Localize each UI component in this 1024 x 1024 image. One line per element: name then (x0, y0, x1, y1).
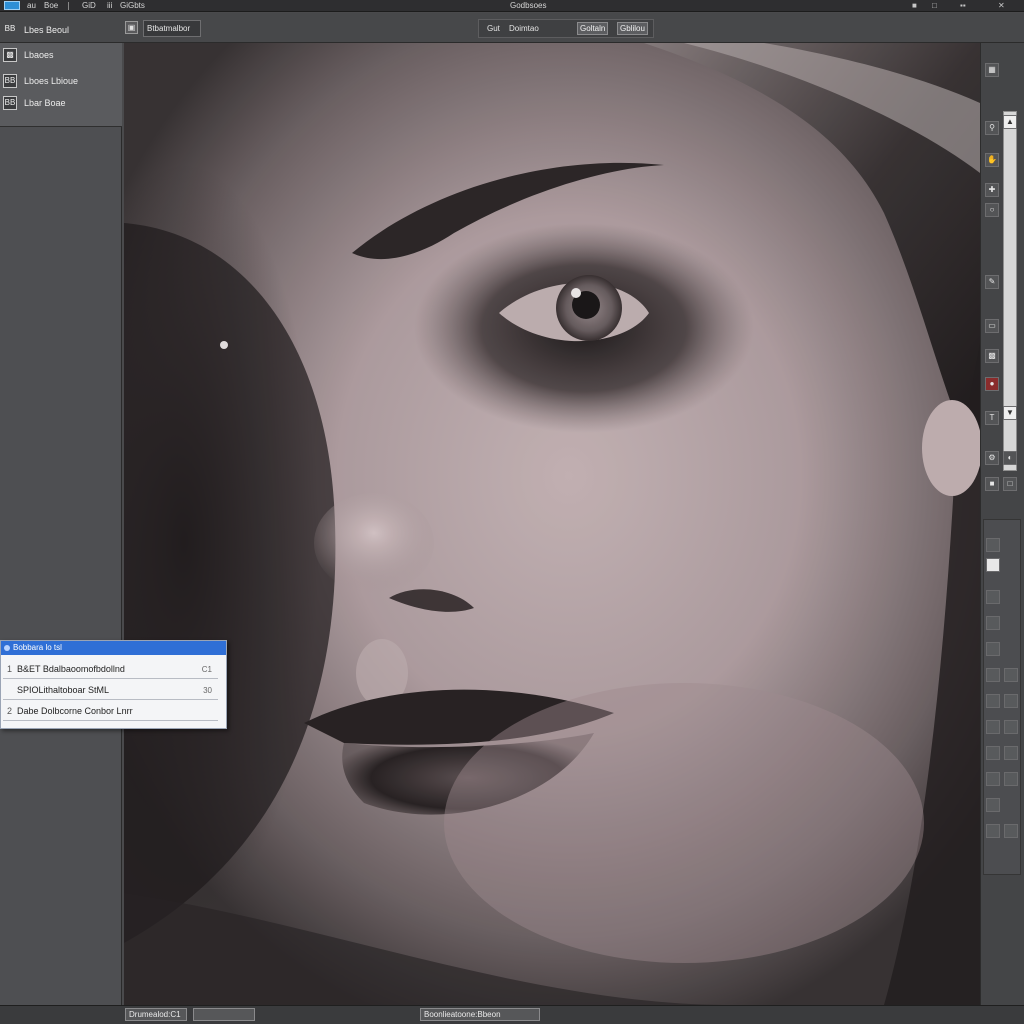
option-button-1[interactable]: Goltaln (577, 22, 609, 35)
tool-cell-14[interactable] (1004, 772, 1018, 786)
left-panel-row-2[interactable]: ▩ Lbaoes (0, 45, 122, 65)
menu-item-3[interactable]: GiD (82, 1, 96, 11)
popup-option-3[interactable]: 2 Dabe Dolbcorne Conbor Lnrr (3, 703, 218, 721)
color-swatch-white[interactable] (986, 558, 1000, 572)
foreground-icon[interactable]: ■ (985, 477, 999, 491)
minimize-icon[interactable]: ■ (912, 1, 917, 11)
context-popup: Bobbara lo tsl 1 B&ET Bdalbaoomofbdollnd… (0, 640, 227, 729)
popup-option-1-shortcut: C1 (201, 665, 212, 674)
paths-icon: BB (3, 96, 17, 110)
menu-item-5[interactable]: GiGbts (120, 1, 145, 11)
slider-bottom-icon[interactable]: ▼ (1003, 406, 1017, 420)
move-icon[interactable]: ✚ (985, 183, 999, 197)
tool-cell-15[interactable] (986, 798, 1000, 812)
tool-cell-13[interactable] (986, 772, 1000, 786)
menu-item-4[interactable]: iii (107, 1, 112, 11)
record-icon[interactable]: ● (985, 377, 999, 391)
lasso-icon[interactable]: ○ (985, 203, 999, 217)
brush-icon[interactable]: ✎ (985, 275, 999, 289)
slider-handle-icon[interactable]: ▲ (1003, 115, 1017, 129)
menu-bar: au Boe GiD iii GiGbts Godbsoes ■ □ ▪▪ ✕ (0, 0, 1024, 12)
option-button-2[interactable]: Gblilou (617, 22, 648, 35)
status-zoom-field[interactable]: Drumealod:C1 (125, 1008, 187, 1021)
left-panel (0, 43, 122, 1005)
tool-cell-3[interactable] (986, 616, 1000, 630)
close-icon[interactable]: ✕ (998, 1, 1005, 11)
popup-option-1[interactable]: 1 B&ET Bdalbaoomofbdollnd C1 (3, 661, 218, 679)
popup-option-2-shortcut: 30 (203, 686, 212, 695)
right-toolbar: ▦ ⚲ ✋ ✚ ○ ✎ ▭ ▩ ● T ▲ ▼ ⚙ ◐ ■ □ (980, 43, 1024, 1005)
tool-cell-17[interactable] (1004, 824, 1018, 838)
tool-cell-5[interactable] (986, 668, 1000, 682)
popup-option-1-label: B&ET Bdalbaoomofbdollnd (17, 664, 125, 674)
app-logo-icon[interactable] (4, 1, 20, 10)
popup-title: Bobbara lo tsl (13, 643, 62, 652)
tool-cell-2[interactable] (986, 590, 1000, 604)
popup-option-3-label: Dabe Dolbcorne Conbor Lnrr (17, 706, 133, 716)
left-panel-row-2-label: Lbaoes (24, 50, 54, 60)
left-panel-row-1-label: Lbes Beoul (24, 25, 70, 35)
layers-icon: ▩ (3, 48, 17, 62)
grid-icon: BB (4, 24, 16, 33)
popup-option-3-number: 2 (7, 706, 13, 716)
tool-cell-16[interactable] (986, 824, 1000, 838)
tool-cell-10[interactable] (1004, 720, 1018, 734)
tool-cell-8[interactable] (1004, 694, 1018, 708)
popup-option-2-label: SPIOLithaltoboar StML (17, 685, 110, 695)
left-panel-row-3-label: Lboes Lbioue (24, 76, 79, 86)
portrait-image (124, 43, 980, 1005)
restore-icon[interactable]: □ (932, 1, 937, 11)
image-canvas[interactable] (124, 43, 980, 1005)
tool-cell-4[interactable] (986, 642, 1000, 656)
left-panel-row-4[interactable]: BB Lbar Boae (0, 93, 122, 113)
settings-icon[interactable]: ⚙ (985, 451, 999, 465)
eraser-icon[interactable]: ▭ (985, 319, 999, 333)
options-bar: ▣ Btbatmalbor Gut Doimtao Goltaln Gblilo… (0, 13, 1024, 43)
secondary-tool-panel (983, 519, 1021, 875)
tool-cell-11[interactable] (986, 746, 1000, 760)
tool-preset-field[interactable]: Btbatmalbor (143, 20, 201, 37)
options-group-text: Doimtao (509, 24, 539, 33)
popup-option-1-number: 1 (7, 664, 13, 674)
options-group-label: Gut (487, 24, 500, 33)
status-bar: Drumealod:C1 Boonlieatoone:Bbeon (0, 1005, 1024, 1024)
popup-option-2[interactable]: SPIOLithaltoboar StML 30 (3, 682, 218, 700)
channels-icon: BB (3, 74, 17, 88)
text-tool-icon[interactable]: T (985, 411, 999, 425)
popup-icon (4, 645, 10, 651)
menu-item-2[interactable]: Boe (44, 1, 58, 11)
gradient-icon[interactable]: ▩ (985, 349, 999, 363)
tool-cell-7[interactable] (986, 694, 1000, 708)
help-icon[interactable]: ▪▪ (960, 1, 966, 11)
tool-cell-9[interactable] (986, 720, 1000, 734)
tool-preset-icon[interactable]: ▣ (125, 21, 138, 34)
adjust-icon[interactable]: ◐ (1003, 451, 1017, 465)
background-icon[interactable]: □ (1003, 477, 1017, 491)
options-group: Gut Doimtao Goltaln Gblilou (478, 19, 654, 38)
dock-toggle-icon[interactable]: ▦ (985, 63, 999, 77)
left-panel-row-4-label: Lbar Boae (24, 98, 66, 108)
hand-icon[interactable]: ✋ (985, 153, 999, 167)
tool-cell-12[interactable] (1004, 746, 1018, 760)
tool-cell-1[interactable] (986, 538, 1000, 552)
status-info-field[interactable] (193, 1008, 255, 1021)
popup-title-bar[interactable]: Bobbara lo tsl (1, 641, 226, 655)
menu-item-1[interactable]: au (27, 1, 36, 11)
status-document-info: Boonlieatoone:Bbeon (420, 1008, 540, 1021)
window-title: Godbsoes (510, 1, 547, 10)
menu-separator (68, 2, 69, 10)
zoom-icon[interactable]: ⚲ (985, 121, 999, 135)
left-panel-row-3[interactable]: BB Lboes Lbioue (0, 71, 122, 91)
left-panel-row-1[interactable]: BB Lbes Beoul (0, 20, 122, 40)
tool-cell-6[interactable] (1004, 668, 1018, 682)
